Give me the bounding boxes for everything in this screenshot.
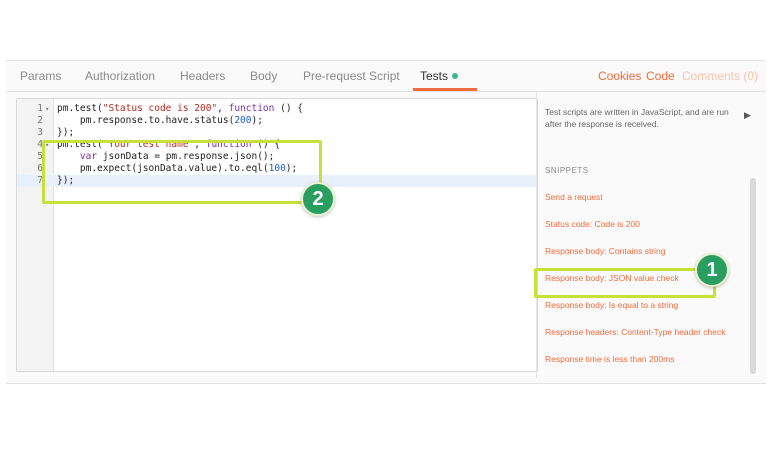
callout-badge-1: 1 <box>695 253 729 287</box>
code-text: }); <box>57 127 74 139</box>
sidebar-description: Test scripts are written in JavaScript, … <box>545 107 729 129</box>
code-line[interactable]: 3}); <box>17 127 537 139</box>
tab-headers[interactable]: Headers <box>180 69 225 83</box>
comments-link[interactable]: Comments (0) <box>682 69 758 83</box>
sidebar-scrollbar[interactable] <box>750 178 756 374</box>
code-line[interactable]: 1 ▾ pm.test("Status code is 200", function… <box>17 103 537 115</box>
request-tab-bar: Params Authorization Headers Body Pre-re… <box>6 61 766 92</box>
snippet-status-code[interactable]: Status code: Code is 200 <box>545 219 640 229</box>
code-token: "Status code is 200" <box>102 103 218 114</box>
snippet-body-contains[interactable]: Response body: Contains string <box>545 246 666 256</box>
code-token: function <box>228 103 275 114</box>
code-highlight-box <box>42 140 322 204</box>
fold-arrow-icon[interactable]: ▾ <box>45 103 49 115</box>
snippet-response-time[interactable]: Response time is less than 200ms <box>545 354 674 364</box>
sidebar-divider <box>536 92 537 378</box>
line-number: 2 <box>37 115 43 126</box>
line-number: 3 <box>37 127 43 138</box>
code-token: ); <box>251 115 263 126</box>
code-text: pm.response.to.have.status(200); <box>57 115 263 127</box>
snippet-highlight-box <box>534 268 716 298</box>
tab-authorization[interactable]: Authorization <box>85 69 155 83</box>
line-number: 1 <box>37 103 43 114</box>
code-token: 200 <box>234 115 252 126</box>
code-link[interactable]: Code <box>646 69 675 83</box>
code-text: pm.test("Status code is 200", function (… <box>57 103 303 115</box>
snippet-send-request[interactable]: Send a request <box>545 192 603 202</box>
collapse-arrow-icon[interactable]: ▶ <box>744 110 751 121</box>
code-token: () { <box>274 103 303 114</box>
code-token: }); <box>57 127 75 138</box>
snippets-sidebar: Test scripts are written in JavaScript, … <box>536 92 758 378</box>
snippet-body-equals[interactable]: Response body: Is equal to a string <box>545 300 678 310</box>
code-line[interactable]: 2 pm.response.to.have.status(200); <box>17 115 537 127</box>
tab-tests-label: Tests <box>420 69 449 83</box>
snippet-content-type[interactable]: Response headers: Content-Type header ch… <box>545 327 726 337</box>
active-tab-indicator <box>413 88 477 91</box>
cookies-link[interactable]: Cookies <box>598 69 641 83</box>
tab-body[interactable]: Body <box>250 69 277 83</box>
snippets-heading: SNIPPETS <box>545 166 589 175</box>
tests-status-dot <box>452 72 459 79</box>
code-token: , <box>217 103 229 114</box>
tab-params[interactable]: Params <box>20 69 61 83</box>
code-token: pm.response.to.have.status( <box>57 115 235 126</box>
tab-pre-request-script[interactable]: Pre-request Script <box>303 69 400 83</box>
code-token: pm.test( <box>57 103 103 114</box>
tab-tests[interactable]: Tests <box>420 69 459 83</box>
callout-badge-2: 2 <box>301 182 335 216</box>
